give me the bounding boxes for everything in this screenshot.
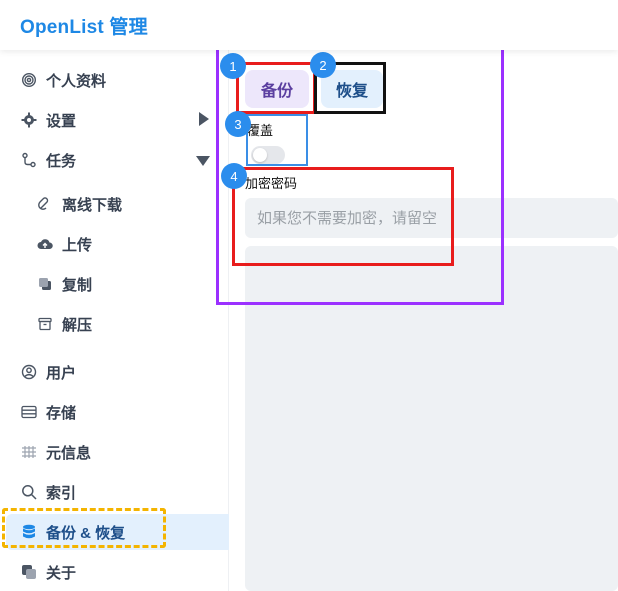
app-title[interactable]: OpenList 管理 xyxy=(20,12,148,39)
password-label: 加密密码 xyxy=(245,176,298,191)
sidebar-item-label: 个人资料 xyxy=(46,72,107,90)
sidebar-item-label: 复制 xyxy=(62,276,93,294)
sidebar-item-label: 任务 xyxy=(46,152,77,170)
sidebar-item-label: 索引 xyxy=(46,484,77,502)
info-icon xyxy=(20,563,38,581)
user-circle-icon xyxy=(20,363,38,381)
sidebar-item-profile[interactable]: 个人资料 xyxy=(0,62,228,98)
sidebar-item-offline-download[interactable]: 离线下载 xyxy=(0,186,228,222)
app-header: OpenList 管理 xyxy=(0,0,618,50)
sidebar-item-label: 解压 xyxy=(62,316,93,334)
annotation-badge-4: 4 xyxy=(221,163,247,189)
backup-button[interactable]: 备份 xyxy=(245,70,309,108)
workflow-icon xyxy=(20,151,38,169)
gear-icon xyxy=(20,111,38,129)
sidebar-item-decompress[interactable]: 解压 xyxy=(0,306,228,342)
sidebar-item-label: 关于 xyxy=(46,564,77,582)
chevron-down-icon[interactable] xyxy=(196,154,210,171)
annotation-badge-3: 3 xyxy=(225,111,251,137)
magnet-icon xyxy=(36,195,54,213)
fingerprint-icon xyxy=(20,71,38,89)
sidebar-item-label: 设置 xyxy=(46,112,77,130)
sidebar-item-label: 元信息 xyxy=(46,444,92,462)
meta-icon xyxy=(20,443,38,461)
sidebar: 个人资料 设置 任务 离线下载 上传 复制 解压 用户 存储 元信息 索引 备份… xyxy=(0,50,234,591)
annotation-badge-1: 1 xyxy=(220,53,246,79)
sidebar-item-label: 上传 xyxy=(62,236,93,254)
sidebar-item-storage[interactable]: 存储 xyxy=(0,394,228,430)
sidebar-item-users[interactable]: 用户 xyxy=(0,354,228,390)
sidebar-item-index[interactable]: 索引 xyxy=(0,474,228,510)
sidebar-item-copy[interactable]: 复制 xyxy=(0,266,228,302)
search-icon xyxy=(20,483,38,501)
sidebar-item-tasks[interactable]: 任务 xyxy=(0,142,228,178)
overwrite-toggle[interactable] xyxy=(251,146,285,164)
sidebar-item-label: 存储 xyxy=(46,404,77,422)
toggle-knob xyxy=(253,148,267,162)
database-icon xyxy=(20,523,38,541)
sidebar-item-upload[interactable]: 上传 xyxy=(0,226,228,262)
sidebar-item-backup-restore[interactable]: 备份 & 恢复 xyxy=(6,514,234,550)
sidebar-item-meta[interactable]: 元信息 xyxy=(0,434,228,470)
sidebar-item-label: 用户 xyxy=(46,364,77,382)
log-area xyxy=(245,246,618,591)
sidebar-item-label: 备份 & 恢复 xyxy=(46,524,126,542)
annotation-badge-2: 2 xyxy=(310,52,336,78)
archive-icon xyxy=(36,315,54,333)
main-content: 备份 恢复 覆盖 加密密码 xyxy=(229,50,618,591)
copy-icon xyxy=(36,275,54,293)
cloud-upload-icon xyxy=(36,235,54,253)
sidebar-item-settings[interactable]: 设置 xyxy=(0,102,228,138)
sidebar-item-label: 离线下载 xyxy=(62,196,123,214)
chevron-right-icon[interactable] xyxy=(198,112,210,130)
sidebar-item-about[interactable]: 关于 xyxy=(0,554,228,590)
password-input[interactable] xyxy=(245,198,618,238)
storage-icon xyxy=(20,403,38,421)
